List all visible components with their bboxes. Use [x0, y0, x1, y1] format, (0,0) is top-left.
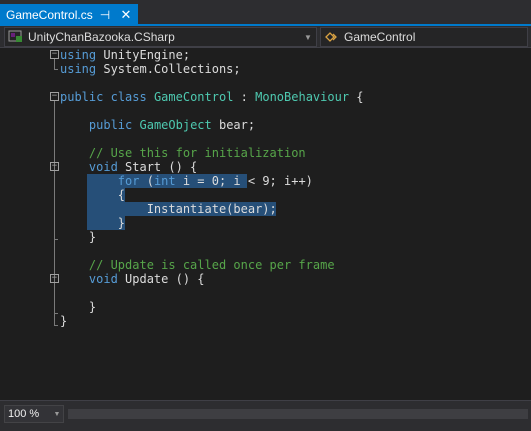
navigation-bar: UnityChanBazooka.CSharp ▼ GameControl — [0, 26, 531, 48]
keyword-token: void — [88, 160, 118, 174]
fold-line — [54, 59, 55, 69]
type-token: MonoBehaviour — [255, 90, 350, 104]
code-line[interactable]: void Update () { — [60, 272, 364, 286]
code-line[interactable]: Instantiate(bear); — [60, 202, 364, 216]
code-line[interactable]: public GameObject bear; — [60, 118, 364, 132]
code-token: Update () { — [117, 272, 205, 286]
code-line[interactable]: public class GameControl : MonoBehaviour… — [60, 90, 364, 104]
class-icon — [324, 30, 340, 44]
editor-bottom-bar: 100 % ▼ — [0, 400, 531, 431]
code-line[interactable] — [60, 132, 364, 146]
fold-end — [54, 239, 58, 240]
code-line[interactable] — [60, 286, 364, 300]
chevron-down-icon[interactable]: ▼ — [300, 27, 316, 47]
tab-title: GameControl.cs — [6, 8, 93, 22]
code-token: i = 0; i < 9; i++) — [175, 174, 313, 188]
code-token: : — [233, 90, 256, 104]
code-line[interactable] — [60, 76, 364, 90]
code-token: Instantiate(bear); — [60, 202, 277, 216]
tab-gamecontrol-cs[interactable]: GameControl.cs ⊣ ✕ — [0, 4, 138, 26]
zoom-dropdown[interactable]: 100 % ▼ — [4, 405, 64, 423]
keyword-token: public — [60, 90, 104, 104]
code-line[interactable]: } — [60, 300, 364, 314]
code-token: } — [60, 230, 97, 244]
code-token: Start () { — [117, 160, 198, 174]
collapse-using-icon[interactable]: − — [50, 50, 59, 59]
code-token: { — [60, 188, 126, 202]
keyword-token: for — [117, 174, 140, 188]
code-editor[interactable]: − − − − using UnityEngine; using System.C… — [0, 48, 531, 400]
code-line[interactable]: } — [60, 314, 364, 328]
csharp-project-icon — [8, 30, 24, 44]
fold-end — [54, 69, 58, 70]
code-token: ( — [139, 174, 154, 188]
code-token: } — [60, 216, 126, 230]
keyword-token: public — [88, 118, 133, 132]
fold-end — [54, 313, 58, 314]
close-icon[interactable]: ✕ — [117, 4, 135, 26]
code-line[interactable]: { — [60, 188, 364, 202]
code-token: } — [60, 300, 97, 314]
code-line[interactable]: using System.Collections; — [60, 62, 364, 76]
code-token: } — [60, 314, 68, 328]
code-line[interactable]: void Start () { — [60, 160, 364, 174]
member-dropdown[interactable]: GameControl — [320, 27, 528, 47]
type-token: GameControl — [153, 90, 234, 104]
comment-token: // Update is called once per frame — [88, 258, 335, 272]
code-line[interactable]: using UnityEngine; — [60, 48, 364, 62]
code-line[interactable] — [60, 104, 364, 118]
keyword-token: class — [110, 90, 147, 104]
code-line[interactable]: // Update is called once per frame — [60, 258, 364, 272]
fold-line — [54, 283, 55, 313]
comment-token: // Use this for initialization — [88, 146, 306, 160]
keyword-token: void — [88, 272, 118, 286]
horizontal-scrollbar[interactable] — [68, 409, 528, 419]
fold-line — [54, 171, 55, 239]
code-line[interactable]: for (int i = 0; i < 9; i++) — [60, 174, 364, 188]
chevron-down-icon[interactable]: ▼ — [51, 411, 63, 418]
code-line[interactable]: // Use this for initialization — [60, 146, 364, 160]
code-line[interactable] — [60, 244, 364, 258]
code-token: System.Collections; — [96, 62, 241, 76]
collapse-update-icon[interactable]: − — [50, 274, 59, 283]
member-name: GameControl — [344, 30, 416, 44]
code-token: bear; — [211, 118, 256, 132]
type-token: GameObject — [139, 118, 212, 132]
keyword-token: int — [153, 174, 176, 188]
code-line[interactable]: } — [60, 230, 364, 244]
code-text[interactable]: using UnityEngine; using System.Collectio… — [60, 48, 364, 328]
code-line[interactable]: } — [60, 216, 364, 230]
document-tab-strip: GameControl.cs ⊣ ✕ — [0, 0, 531, 26]
fold-end — [54, 325, 58, 326]
code-token: { — [349, 90, 364, 104]
zoom-level: 100 % — [8, 408, 40, 420]
collapse-start-icon[interactable]: − — [50, 162, 59, 171]
keyword-token: using — [60, 48, 97, 62]
keyword-token: using — [60, 62, 97, 76]
project-dropdown[interactable]: UnityChanBazooka.CSharp ▼ — [4, 27, 317, 47]
code-token: UnityEngine; — [96, 48, 191, 62]
collapse-class-icon[interactable]: − — [50, 92, 59, 101]
project-name: UnityChanBazooka.CSharp — [28, 30, 175, 44]
pin-icon[interactable]: ⊣ — [96, 4, 114, 26]
